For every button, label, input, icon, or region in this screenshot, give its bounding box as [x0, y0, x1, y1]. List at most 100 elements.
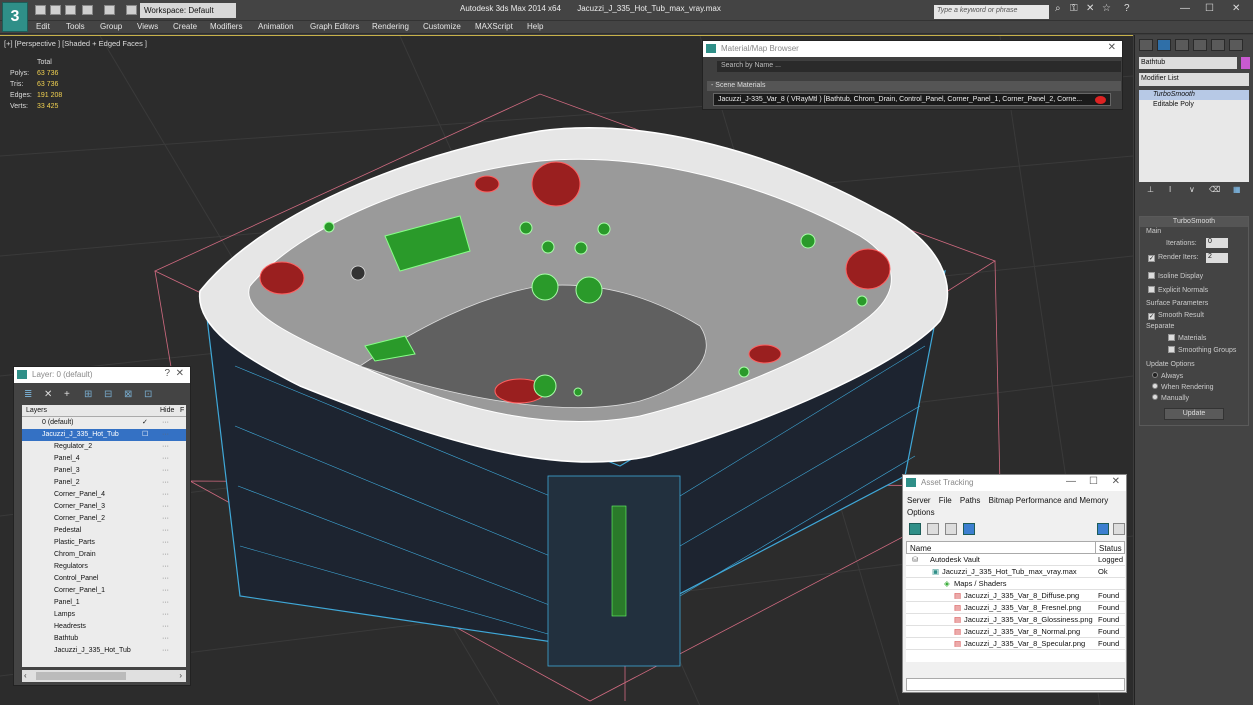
open-file-icon[interactable]	[50, 5, 61, 15]
list-item[interactable]: Bathtub ···	[22, 633, 186, 645]
scroll-right-icon[interactable]: ›	[179, 671, 182, 680]
layer-horizontal-scrollbar[interactable]: ‹ ›	[22, 670, 186, 682]
table-row[interactable]: ◈ Maps / Shaders	[906, 578, 1125, 590]
list-item[interactable]: Corner_Panel_2 ···	[22, 513, 186, 525]
motion-tab-icon[interactable]	[1193, 39, 1207, 51]
list-item[interactable]: Jacuzzi_J_335_Hot_Tub ☐ ···	[22, 429, 186, 441]
create-tab-icon[interactable]	[1139, 39, 1153, 51]
refresh-icon[interactable]	[909, 523, 921, 535]
asset-help-icon[interactable]	[1097, 523, 1109, 535]
iterations-spinner[interactable]: 0	[1206, 238, 1228, 248]
list-item[interactable]: Panel_4 ···	[22, 453, 186, 465]
smoothing-groups-row[interactable]: Smoothing Groups	[1168, 346, 1236, 354]
list-item[interactable]: Jacuzzi_J_335_Hot_Tub ···	[22, 645, 186, 657]
help-icon[interactable]: ?	[1124, 3, 1130, 14]
layer-panel-close-button[interactable]: ✕	[176, 368, 184, 379]
layer-list[interactable]: 0 (default) ✓ ··· Jacuzzi_J_335_Hot_Tub ☐ ··…	[22, 417, 186, 667]
table-row[interactable]: ⛁ Autodesk Vault Logged	[906, 554, 1125, 566]
delete-layer-icon[interactable]: ✕	[44, 389, 52, 400]
asset-menu-options[interactable]: Options	[907, 508, 935, 517]
always-radio[interactable]	[1152, 372, 1158, 378]
list-view-icon[interactable]	[927, 523, 939, 535]
list-item[interactable]: Panel_3 ···	[22, 465, 186, 477]
freeze-dots[interactable]: ···	[162, 453, 169, 465]
smoothing-groups-checkbox[interactable]	[1168, 346, 1175, 353]
menu-help[interactable]: Help	[527, 22, 543, 31]
scroll-thumb[interactable]	[36, 672, 126, 680]
update-button[interactable]: Update	[1164, 408, 1224, 420]
pin-stack-icon[interactable]: ⊥	[1147, 185, 1154, 194]
freeze-dots[interactable]: ···	[162, 465, 169, 477]
list-item[interactable]: Panel_2 ···	[22, 477, 186, 489]
project-folder-icon[interactable]	[126, 5, 137, 15]
table-view-icon[interactable]	[963, 523, 975, 535]
list-item[interactable]: Panel_1 ···	[22, 597, 186, 609]
list-item[interactable]: Control_Panel ···	[22, 573, 186, 585]
when-rendering-row[interactable]: When Rendering	[1152, 383, 1214, 391]
modify-tab-icon[interactable]	[1157, 39, 1171, 51]
menu-rendering[interactable]: Rendering	[372, 22, 409, 31]
materials-row[interactable]: Materials	[1168, 334, 1206, 342]
asset-maximize-button[interactable]: ☐	[1089, 476, 1098, 487]
save-file-icon[interactable]	[65, 5, 76, 15]
list-item[interactable]: Plastic_Parts ···	[22, 537, 186, 549]
asset-close-button[interactable]: ✕	[1112, 476, 1120, 487]
new-file-icon[interactable]	[35, 5, 46, 15]
configure-sets-icon[interactable]: ▦	[1233, 185, 1241, 194]
status-column-header[interactable]: Status	[1095, 542, 1122, 554]
stack-item-turbosmooth[interactable]: TurboSmooth	[1139, 90, 1249, 100]
utilities-tab-icon[interactable]	[1229, 39, 1243, 51]
render-iters-spinner[interactable]: 2	[1206, 253, 1228, 263]
show-end-result-icon[interactable]: I	[1169, 185, 1171, 194]
menu-maxscript[interactable]: MAXScript	[475, 22, 513, 31]
object-color-swatch[interactable]	[1241, 57, 1250, 69]
freeze-dots[interactable]: ···	[162, 537, 169, 549]
list-item[interactable]: Regulator_2 ···	[22, 441, 186, 453]
render-iters-row[interactable]: ✓ Render Iters:	[1148, 254, 1198, 262]
always-row[interactable]: Always	[1152, 372, 1183, 380]
list-item[interactable]: Regulators ···	[22, 561, 186, 573]
stack-item-editable-poly[interactable]: Editable Poly	[1139, 100, 1249, 110]
undo-icon[interactable]	[82, 5, 93, 15]
explicit-normals-checkbox[interactable]	[1148, 286, 1155, 293]
redo-icon[interactable]	[104, 5, 115, 15]
asset-table[interactable]: ⛁ Autodesk Vault Logged ▣ Jacuzzi_J_335_Hot…	[906, 554, 1125, 662]
display-tab-icon[interactable]	[1211, 39, 1225, 51]
hide-all-icon[interactable]: ⊠	[124, 389, 132, 400]
menu-animation[interactable]: Animation	[258, 22, 294, 31]
asset-menu-bitmap[interactable]: Bitmap Performance and Memory	[989, 496, 1109, 505]
add-to-layer-icon[interactable]: +	[64, 389, 70, 400]
freeze-dots[interactable]: ···	[162, 645, 169, 657]
table-row[interactable]: ▣ Jacuzzi_J_335_Hot_Tub_max_vray.max Ok	[906, 566, 1125, 578]
layers-column-header[interactable]: Layers	[26, 407, 47, 414]
key-icon[interactable]: ⚿	[1070, 3, 1078, 14]
freeze-all-icon[interactable]: ⊡	[144, 389, 152, 400]
modifier-list-dropdown[interactable]: Modifier List	[1139, 73, 1249, 86]
object-name-field[interactable]: Bathtub	[1139, 57, 1237, 69]
keyword-search-input[interactable]: Type a keyword or phrase	[934, 5, 1049, 19]
freeze-dots[interactable]: ···	[162, 585, 169, 597]
menu-graph-editors[interactable]: Graph Editors	[310, 22, 359, 31]
asset-menu-paths[interactable]: Paths	[960, 496, 980, 505]
freeze-dots[interactable]: ···	[162, 621, 169, 633]
freeze-dots[interactable]: ···	[162, 597, 169, 609]
freeze-dots[interactable]: ···	[162, 477, 169, 489]
freeze-dots[interactable]: ···	[162, 573, 169, 585]
freeze-dots[interactable]: ···	[162, 513, 169, 525]
menu-modifiers[interactable]: Modifiers	[210, 22, 242, 31]
material-browser-close-button[interactable]: ✕	[1108, 42, 1116, 53]
table-row[interactable]: ▤ Jacuzzi_J_335_Var_8_Normal.png Found	[906, 626, 1125, 638]
list-item[interactable]: Corner_Panel_3 ···	[22, 501, 186, 513]
name-column-header[interactable]: Name	[910, 544, 931, 553]
make-unique-icon[interactable]: ∨	[1189, 185, 1195, 194]
highlight-layer-icon[interactable]: ⊟	[104, 389, 112, 400]
explicit-normals-row[interactable]: Explicit Normals	[1148, 286, 1208, 294]
isoline-row[interactable]: Isoline Display	[1148, 272, 1203, 280]
new-layer-icon[interactable]: ≣	[24, 389, 32, 400]
freeze-dots[interactable]: ···	[162, 609, 169, 621]
list-item[interactable]: Lamps ···	[22, 609, 186, 621]
when-rendering-radio[interactable]	[1152, 383, 1158, 389]
hide-column-header[interactable]: Hide	[160, 407, 174, 414]
app-logo-button[interactable]: 3	[2, 2, 28, 32]
menu-customize[interactable]: Customize	[423, 22, 461, 31]
